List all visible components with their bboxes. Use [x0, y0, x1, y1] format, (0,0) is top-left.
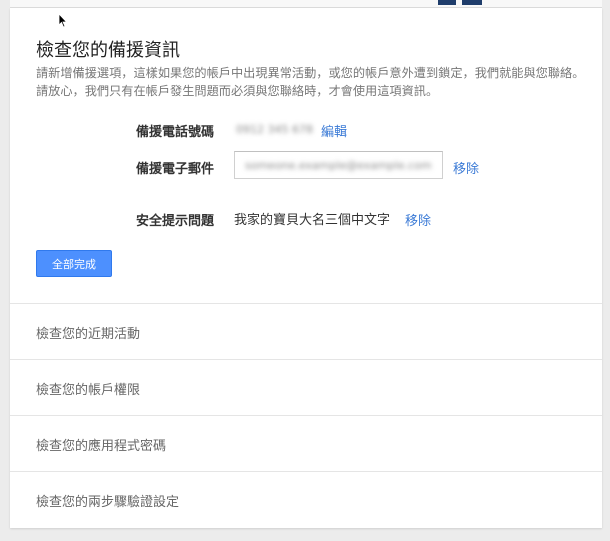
email-label: 備援電子郵件: [136, 162, 215, 177]
header-graphic-fragment: [438, 0, 482, 5]
section-description: 請新增備援選項，這樣如果您的帳戶中出現異常活動，或您的帳戶意外遭到鎖定，我們就能…: [36, 66, 585, 98]
remove-security-question-link[interactable]: 移除: [405, 210, 431, 229]
review-item-label: 檢查您的帳戶權限: [36, 383, 141, 398]
review-item-label: 檢查您的近期活動: [36, 327, 141, 342]
email-field[interactable]: someone.example@example.com: [234, 151, 443, 179]
phone-label: 備援電話號碼: [136, 125, 215, 140]
backup-info-card: 檢查您的備援資訊 請新增備援選項，這樣如果您的帳戶中出現異常活動，或您的帳戶意外…: [10, 8, 602, 528]
remove-email-link[interactable]: 移除: [453, 158, 479, 177]
section-title: 檢查您的備援資訊: [36, 40, 180, 61]
review-app-passwords[interactable]: 檢查您的應用程式密碼: [10, 415, 602, 471]
review-account-permissions[interactable]: 檢查您的帳戶權限: [10, 359, 602, 415]
review-item-label: 檢查您的應用程式密碼: [36, 439, 167, 454]
mouse-cursor-icon: [58, 13, 68, 28]
security-question-label: 安全提示問題: [136, 214, 215, 229]
done-button[interactable]: 全部完成: [36, 250, 112, 277]
phone-value: 0912 345 678: [236, 123, 313, 136]
review-item-label: 檢查您的兩步驟驗證設定: [36, 495, 180, 510]
edit-phone-link[interactable]: 編輯: [321, 121, 347, 140]
email-value: someone.example@example.com: [245, 159, 432, 172]
review-two-step-verification[interactable]: 檢查您的兩步驟驗證設定: [10, 471, 602, 527]
security-question-answer: 我家的寶貝大名三個中文字: [234, 213, 391, 228]
previous-card-edge: [10, 0, 602, 8]
review-recent-activity[interactable]: 檢查您的近期活動: [10, 303, 602, 359]
page: 檢查您的備援資訊 請新增備援選項，這樣如果您的帳戶中出現異常活動，或您的帳戶意外…: [0, 0, 610, 541]
